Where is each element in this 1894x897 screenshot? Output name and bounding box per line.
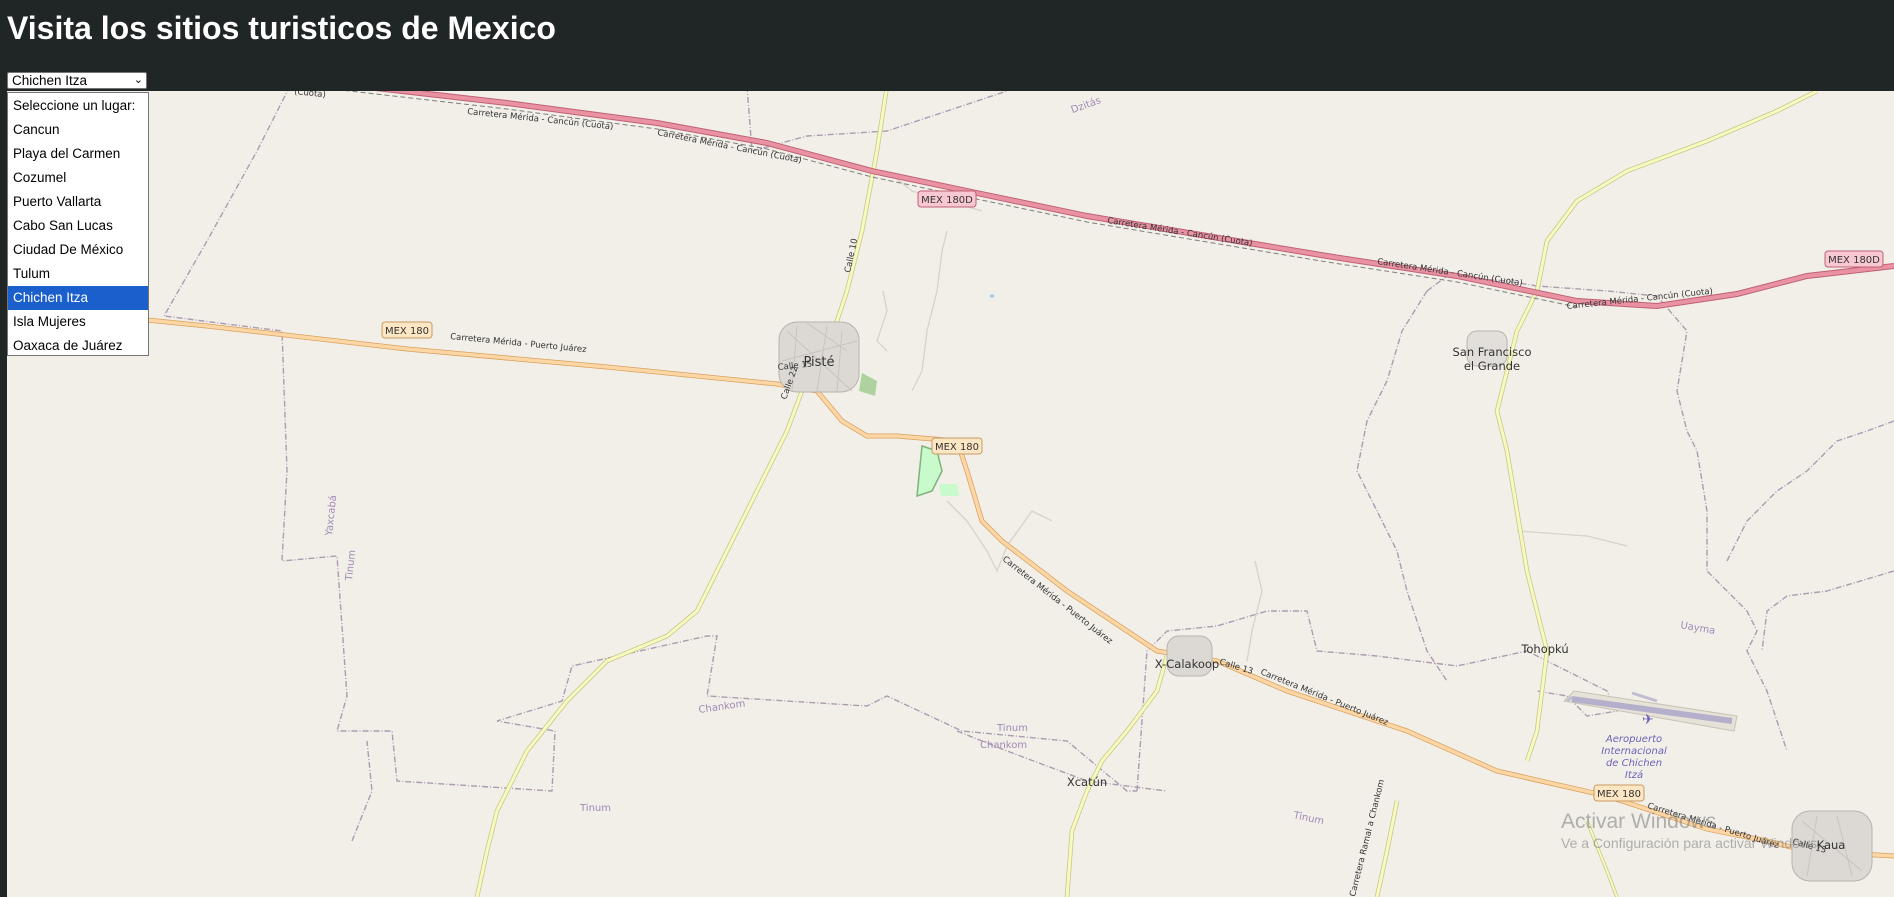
road-label-cuota-edge: (Cuota) bbox=[294, 91, 327, 100]
option-cabo-san-lucas[interactable]: Cabo San Lucas bbox=[8, 214, 148, 238]
shield-mex180-b: MEX 180 bbox=[935, 442, 979, 453]
road-label-cuota-4: Carretera Mérida - Cancún (Cuota) bbox=[1377, 256, 1524, 289]
road-label-pj-2: Carretera Mérida - Puerto Juárez bbox=[1000, 554, 1115, 647]
road-label-cuota-3: Carretera Mérida - Cancún (Cuota) bbox=[1107, 215, 1254, 249]
windows-activation-title: Activar Windows bbox=[1561, 810, 1717, 833]
page-header: Visita los sitios turisticos de Mexico bbox=[0, 0, 1894, 91]
option-puerto-vallarta[interactable]: Puerto Vallarta bbox=[8, 190, 148, 214]
boundary-chankom-2: Chankom bbox=[980, 740, 1027, 751]
town-areas bbox=[778, 294, 1873, 882]
road-label-pj-1: Carretera Mérida - Puerto Juárez bbox=[450, 331, 588, 355]
shield-mex180-c: MEX 180 bbox=[1597, 789, 1641, 800]
place-select[interactable]: Chichen Itza ⌄ bbox=[7, 72, 147, 89]
place-select-value: Chichen Itza bbox=[12, 73, 88, 88]
option-placeholder[interactable]: Seleccione un lugar: bbox=[8, 94, 148, 118]
chevron-down-icon: ⌄ bbox=[133, 74, 143, 86]
boundary-uayma: Uayma bbox=[1679, 620, 1716, 637]
place-dropdown-list[interactable]: Seleccione un lugar: Cancun Playa del Ca… bbox=[7, 92, 149, 356]
place-dzitas: Dzitás bbox=[1069, 94, 1102, 116]
road-label-pj-3: Carretera Mérida - Puerto Juárez bbox=[1259, 667, 1391, 729]
boundary-tinum-1: Tinum bbox=[344, 549, 358, 582]
boundary-labels: Yaxcabá Tinum Tinum Tinum Tinum Chankom … bbox=[323, 495, 1716, 828]
boundary-tinum-2: Tinum bbox=[996, 723, 1028, 734]
shield-mex180d-a: MEX 180D bbox=[921, 195, 973, 206]
boundary-tinum-3: Tinum bbox=[579, 803, 611, 814]
map-canvas[interactable]: ✈ Pisté San Francisco el Grande X-Calako… bbox=[7, 91, 1894, 897]
airport-label-4: Itzá bbox=[1625, 769, 1643, 781]
place-labels: Pisté San Francisco el Grande X-Calakoop… bbox=[803, 94, 1845, 852]
airport-area: ✈ bbox=[1562, 690, 1738, 732]
airport-label-3: de Chichen bbox=[1606, 758, 1662, 769]
shield-mex180-a: MEX 180 bbox=[385, 326, 429, 337]
mex-180-road bbox=[7, 303, 1894, 859]
airport-labels: Aeropuerto Internacional de Chichen Itzá bbox=[1601, 734, 1667, 781]
page-title: Visita los sitios turisticos de Mexico bbox=[7, 10, 556, 46]
place-xcatun: Xcatún bbox=[1067, 775, 1107, 789]
place-san-francisco-2: el Grande bbox=[1464, 359, 1520, 373]
option-ciudad-de-mexico[interactable]: Ciudad De México bbox=[8, 238, 148, 262]
boundary-chankom-1: Chankom bbox=[698, 699, 746, 716]
map-view[interactable]: ✈ Pisté San Francisco el Grande X-Calako… bbox=[7, 91, 1894, 897]
windows-activation-subtitle: Ve a Configuración para activar Windows. bbox=[1561, 835, 1821, 851]
road-label-calle-13: Calle 13 bbox=[1218, 657, 1254, 677]
place-san-francisco-1: San Francisco bbox=[1452, 345, 1531, 359]
airport-icon: ✈ bbox=[1642, 711, 1654, 727]
option-isla-mujeres[interactable]: Isla Mujeres bbox=[8, 310, 148, 334]
option-cozumel[interactable]: Cozumel bbox=[8, 166, 148, 190]
secondary-roads bbox=[474, 91, 1819, 897]
airport-label-1: Aeropuerto bbox=[1605, 734, 1662, 745]
boundary-tinum-4: Tinum bbox=[1291, 810, 1325, 827]
option-chichen-itza[interactable]: Chichen Itza bbox=[8, 286, 148, 310]
boundary-yaxcaba: Yaxcabá bbox=[323, 495, 339, 538]
option-playa-del-carmen[interactable]: Playa del Carmen bbox=[8, 142, 148, 166]
option-cancun[interactable]: Cancun bbox=[8, 118, 148, 142]
option-tulum[interactable]: Tulum bbox=[8, 262, 148, 286]
shield-mex180d-b: MEX 180D bbox=[1828, 255, 1880, 266]
airport-label-2: Internacional bbox=[1601, 746, 1667, 757]
option-oaxaca[interactable]: Oaxaca de Juárez bbox=[8, 334, 148, 358]
place-x-calakoop: X-Calakoop bbox=[1155, 657, 1219, 671]
place-tohopku: Tohopkú bbox=[1520, 642, 1568, 656]
